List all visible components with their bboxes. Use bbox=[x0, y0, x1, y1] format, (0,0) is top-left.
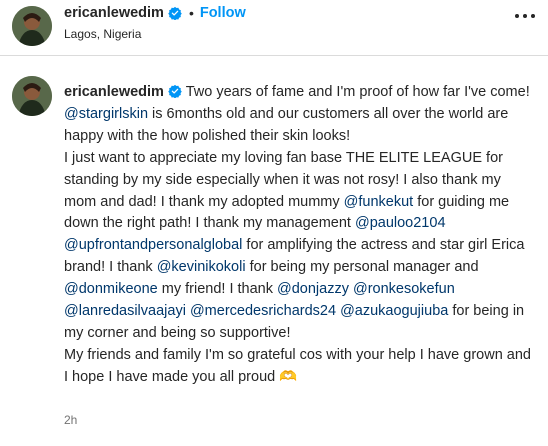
mention-ronkesokefun[interactable]: @ronkesokefun bbox=[353, 281, 455, 297]
mention-kevinikokoli[interactable]: @kevinikokoli bbox=[157, 259, 246, 275]
verified-badge-icon bbox=[168, 84, 182, 98]
mention-funkekut[interactable]: @funkekut bbox=[344, 194, 414, 210]
profile-avatar[interactable] bbox=[12, 6, 52, 46]
location-link[interactable]: Lagos, Nigeria bbox=[64, 27, 141, 41]
header-username[interactable]: ericanlewedim bbox=[64, 5, 164, 21]
mention-stargirlskin[interactable]: @stargirlskin bbox=[64, 106, 148, 122]
mention-pauloo2104[interactable]: @pauloo2104 bbox=[355, 215, 446, 231]
caption-text: ericanlewedim Two years of fame and I'm … bbox=[64, 82, 536, 389]
caption-line-1: Two years of fame and I'm proof of how f… bbox=[181, 84, 530, 100]
caption-line-6: for being my personal manager and bbox=[245, 259, 479, 276]
caption-comment: ericanlewedim Two years of fame and I'm … bbox=[0, 56, 548, 446]
caption-username[interactable]: ericanlewedim bbox=[64, 84, 164, 100]
mention-lanredasilvaajayi[interactable]: @lanredasilvaajayi bbox=[64, 303, 186, 319]
follow-button[interactable]: Follow bbox=[200, 5, 246, 21]
mention-azukaogujiuba[interactable]: @azukaogujiuba bbox=[340, 303, 448, 319]
caption-avatar[interactable] bbox=[12, 76, 52, 116]
avatar-image bbox=[12, 76, 52, 116]
verified-badge-icon bbox=[168, 6, 182, 20]
post-header: ericanlewedim • Follow Lagos, Nigeria bbox=[0, 0, 548, 56]
timestamp[interactable]: 2h bbox=[64, 413, 77, 427]
header-user-line: ericanlewedim • Follow bbox=[64, 4, 246, 22]
mention-mercedesrichards24[interactable]: @mercedesrichards24 bbox=[190, 303, 336, 319]
more-horizontal-icon[interactable] bbox=[514, 13, 536, 19]
mention-donjazzy[interactable]: @donjazzy bbox=[277, 281, 349, 297]
caption-line-7: my friend! I thank bbox=[157, 281, 278, 298]
mention-upfrontandpersonalglobal[interactable]: @upfrontandpersonalglobal bbox=[64, 237, 242, 253]
avatar-image bbox=[12, 6, 52, 46]
caption-line-9: My friends and family I'm so grateful co… bbox=[64, 346, 531, 385]
mention-donmikeone[interactable]: @donmikeone bbox=[64, 281, 158, 297]
separator-dot: • bbox=[188, 5, 194, 21]
